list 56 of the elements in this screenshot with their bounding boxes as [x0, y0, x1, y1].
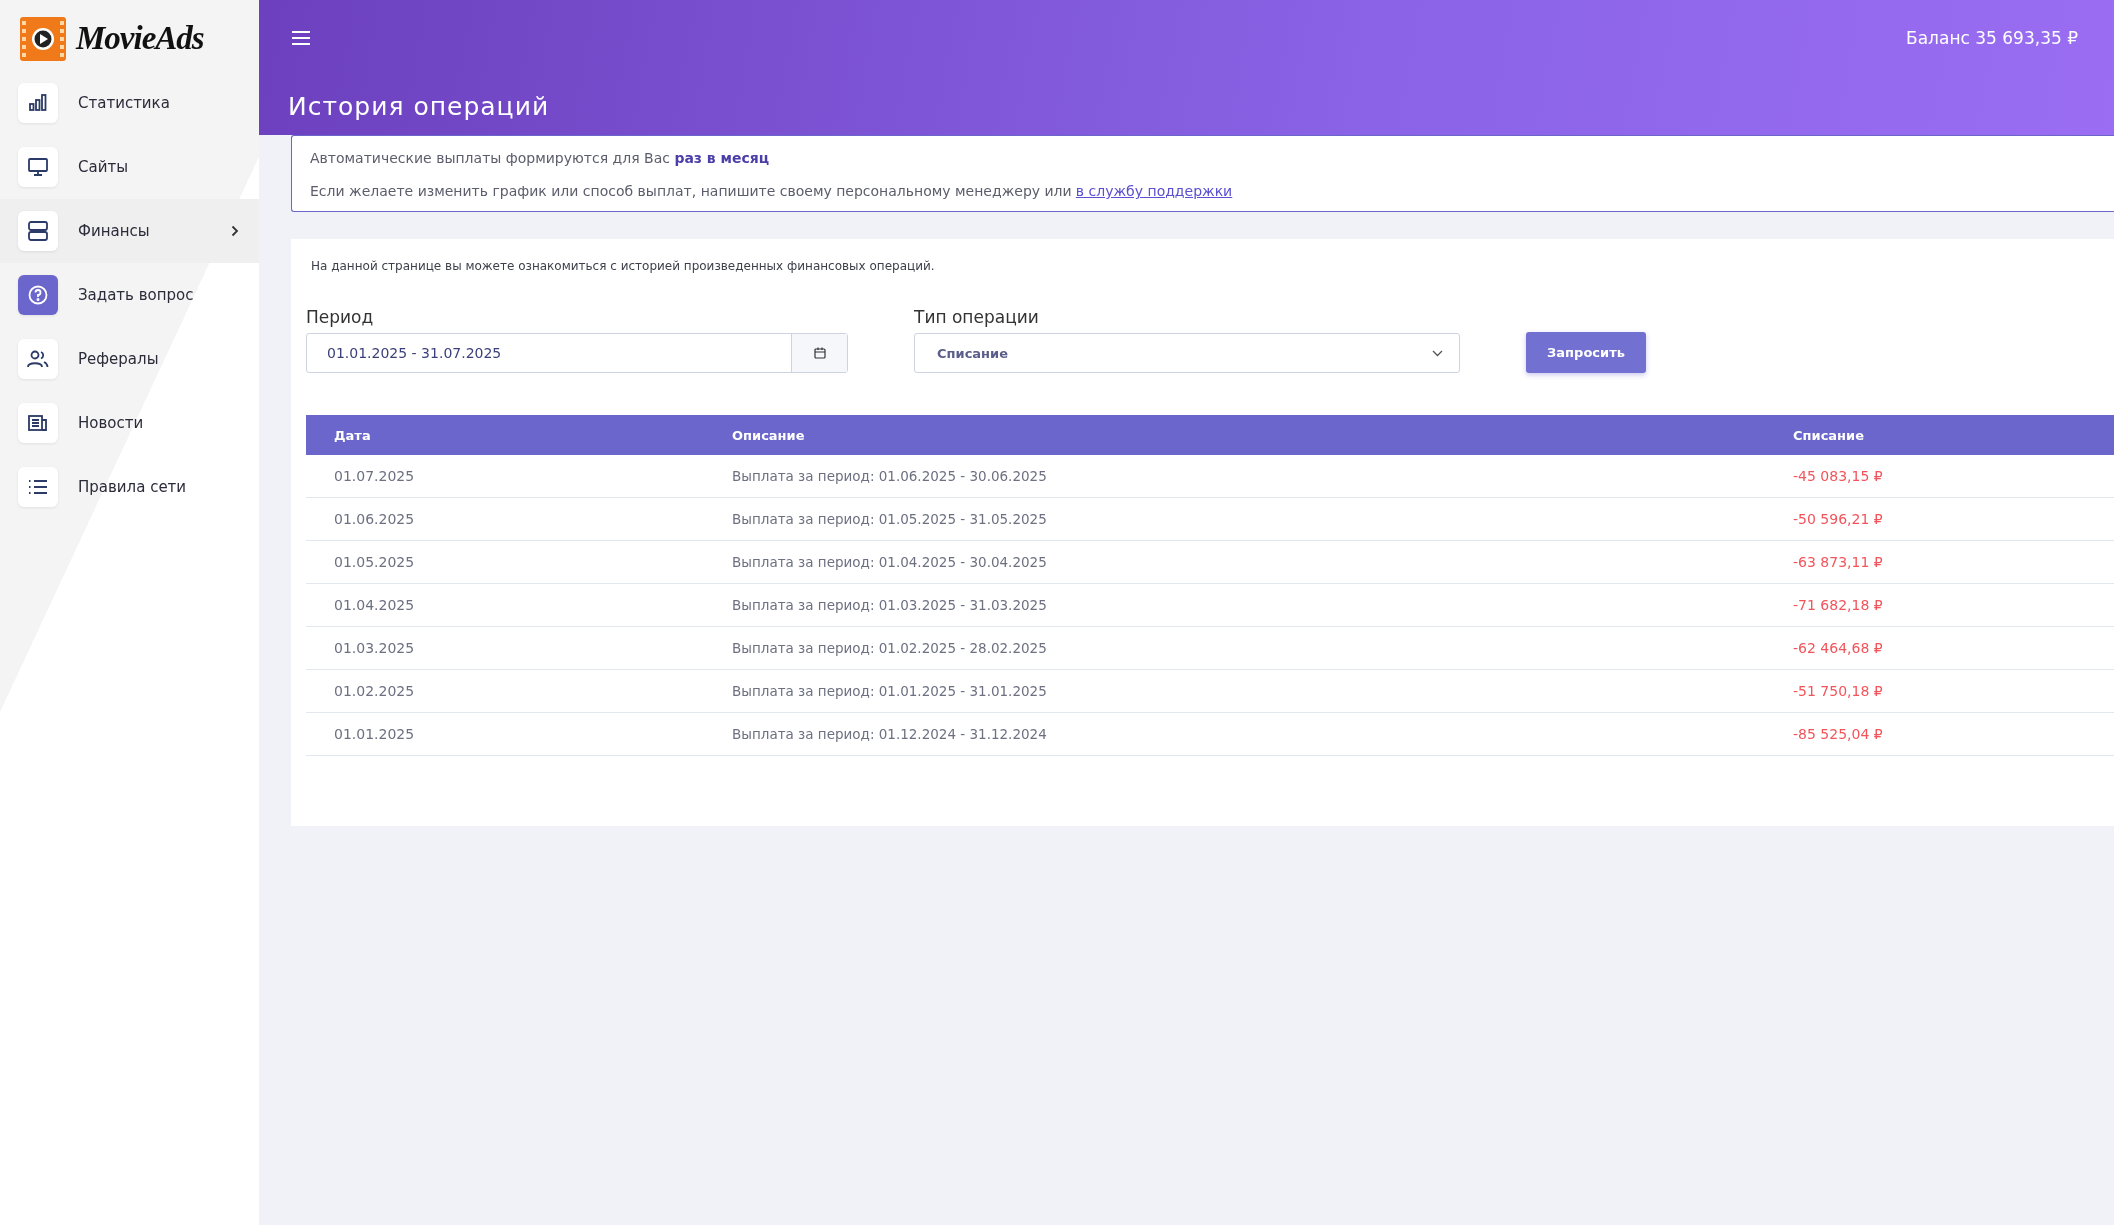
chevron-down-icon	[1432, 349, 1443, 357]
table-cell-text: -51 750,18 ₽	[1793, 683, 1884, 699]
server-icon	[28, 221, 48, 241]
sidebar-item[interactable]: Финансы	[0, 199, 259, 263]
table-cell-text: 01.07.2025	[333, 468, 416, 484]
request-button[interactable]: Запросить	[1526, 332, 1646, 373]
support-link[interactable]: в службу поддержки	[1075, 183, 1233, 199]
table-cell-text: -71 682,18 ₽	[1793, 597, 1884, 613]
table-cell-text: -50 596,21 ₽	[1793, 511, 1884, 527]
monitor-icon	[28, 158, 48, 176]
users-icon	[27, 350, 49, 368]
notice-text: Автоматические выплаты формируются для Вас раз в месяц	[310, 150, 771, 166]
sidebar-item[interactable]: Правила сети	[0, 455, 259, 519]
table-cell-text: -45 083,15 ₽	[1793, 468, 1884, 484]
balance-text: Баланс 35 693,35 ₽	[1906, 28, 2078, 48]
intro-text: На данной странице вы можете ознакомиться с историей произведенных финансовых операций.	[311, 259, 936, 273]
calendar-button[interactable]	[791, 334, 847, 372]
table-cell-text: Выплата за период: 01.04.2025 - 30.04.2025	[732, 554, 1048, 570]
logo-text[interactable]: MovieAds	[76, 20, 204, 57]
table-cell-text: -85 525,04 ₽	[1793, 726, 1884, 742]
table-cell-text: 01.06.2025	[333, 511, 416, 527]
table-cell-text: 01.05.2025	[333, 554, 416, 570]
film-play-icon	[20, 16, 66, 61]
sidebar-item[interactable]: Рефералы	[0, 327, 259, 391]
table-cell-text: Выплата за период: 01.01.2025 - 31.01.2025	[732, 683, 1048, 699]
column-header: Дата	[333, 427, 372, 443]
table-cell-text: Выплата за период: 01.12.2024 - 31.12.2024	[732, 726, 1048, 742]
bar-chart-icon	[29, 94, 47, 112]
table-cell-text: Выплата за период: 01.02.2025 - 28.02.2025	[732, 640, 1048, 656]
menu-icon	[291, 30, 311, 46]
sidebar-item[interactable]: Задать вопрос	[0, 263, 259, 327]
sidebar-item[interactable]: Новости	[0, 391, 259, 455]
date-range-field[interactable]: 01.01.2025 - 31.07.2025	[306, 333, 848, 373]
table-cell-text: 01.03.2025	[333, 640, 416, 656]
table-cell-text: 01.02.2025	[333, 683, 416, 699]
table-cell-text: Выплата за период: 01.05.2025 - 31.05.2025	[732, 511, 1048, 527]
newspaper-icon	[28, 414, 48, 432]
table-cell-text: Выплата за период: 01.06.2025 - 30.06.2025	[732, 468, 1048, 484]
column-header: Описание	[732, 427, 806, 443]
help-icon	[28, 285, 48, 305]
sidebar-item[interactable]: Сайты	[0, 135, 259, 199]
operation-type-select[interactable]: Списание	[914, 333, 1460, 373]
table-cell-text: Выплата за период: 01.03.2025 - 31.03.2025	[732, 597, 1048, 613]
list-icon	[28, 479, 48, 495]
page-title: История операций	[288, 92, 551, 121]
table-cell-text: 01.01.2025	[333, 726, 416, 742]
calendar-icon	[813, 347, 826, 359]
table-cell-text: 01.04.2025	[333, 597, 416, 613]
period-label: Период	[306, 307, 375, 327]
column-header: Списание	[1793, 427, 1866, 443]
table-cell-text: -62 464,68 ₽	[1793, 640, 1884, 656]
operation-type-label: Тип операции	[914, 307, 1040, 327]
notice-text: Если желаете изменить график или способ выплат, напишите своему персональному менеджеру или в службу поддержки	[310, 183, 1234, 199]
menu-button[interactable]	[291, 30, 311, 46]
sidebar-item[interactable]: Статистика	[0, 71, 259, 135]
table-cell-text: -63 873,11 ₽	[1793, 554, 1884, 570]
